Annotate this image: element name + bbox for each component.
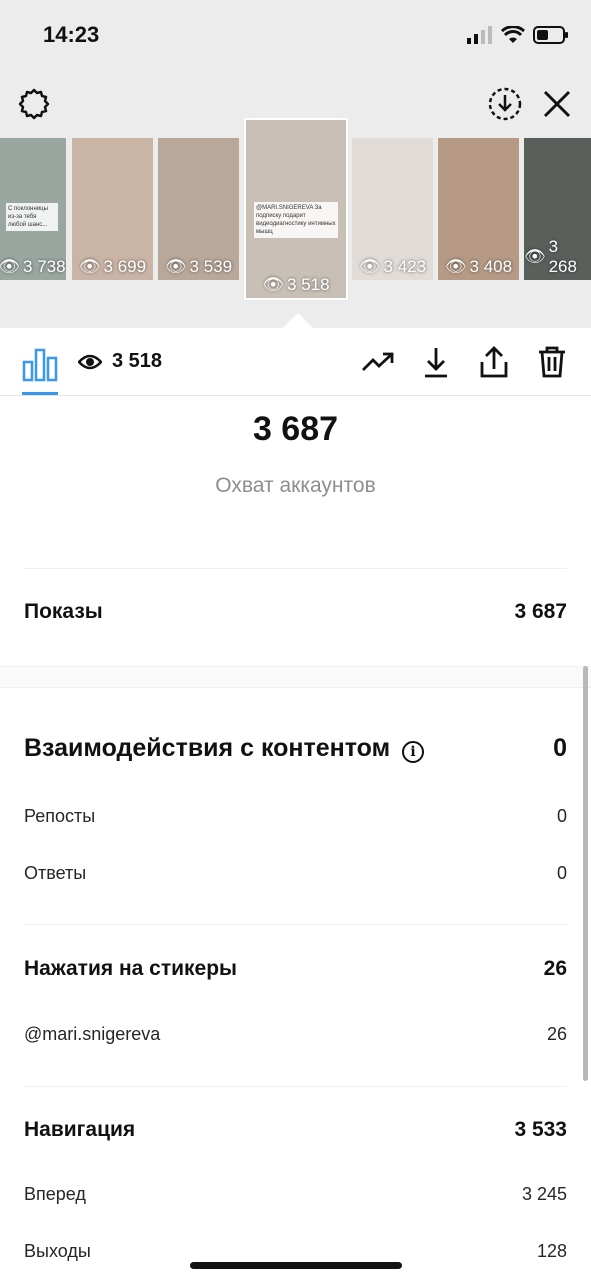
status-icons: [467, 24, 569, 46]
sticker-taps-value: 26: [543, 957, 567, 980]
replies-label: Ответы: [24, 863, 87, 883]
sticker-mention-value: 26: [546, 1024, 567, 1044]
impressions-row: Показы 3 687: [24, 600, 567, 624]
eye-icon: 👁: [524, 247, 546, 266]
story-thumbnail[interactable]: 👁 3 539: [158, 138, 239, 280]
exits-value: 128: [536, 1241, 567, 1261]
eye-icon: [78, 354, 102, 369]
battery-icon: [533, 26, 568, 44]
forward-label: Вперед: [24, 1184, 86, 1204]
active-tab-indicator: [22, 392, 58, 395]
eye-icon: 👁: [78, 257, 101, 276]
thumbnail-views: 3 268: [548, 237, 577, 276]
eye-icon: 👁: [358, 257, 381, 276]
trending-icon[interactable]: [361, 344, 395, 380]
interactions-value: 0: [553, 734, 567, 762]
story-thumbnails: С поклонницы из-за тебя любой шанс... 👁 3…: [0, 118, 591, 308]
eye-icon: 👁: [262, 275, 285, 294]
story-thumbnail[interactable]: С поклонницы из-за тебя любой шанс... 👁 3…: [0, 138, 66, 280]
replies-value: 0: [556, 863, 567, 883]
thumbnail-views: 3 518: [287, 275, 330, 294]
eye-icon: 👁: [444, 257, 467, 276]
thumbnail-views: 3 699: [103, 257, 147, 276]
navigation-row: Навигация 3 533: [24, 1118, 567, 1142]
story-thumbnail-selected[interactable]: @MARI.SNIGEREVA За подписку подарит виде…: [244, 118, 348, 300]
impressions-value: 3 687: [514, 600, 567, 623]
eye-icon: 👁: [164, 257, 187, 276]
story-thumbnail[interactable]: 👁 3 268: [524, 138, 591, 280]
divider: [24, 1086, 567, 1087]
thumbnail-caption: @MARI.SNIGEREVA За подписку подарит виде…: [254, 201, 338, 238]
thumbnail-views: 3 539: [189, 257, 233, 276]
reach-label: Охват аккаунтов: [215, 474, 376, 497]
insights-toolbar: 3 518: [0, 328, 591, 396]
divider: [24, 924, 567, 925]
impressions-label: Показы: [24, 600, 103, 623]
info-icon[interactable]: i: [402, 741, 425, 763]
navigation-label: Навигация: [24, 1118, 136, 1141]
reposts-value: 0: [556, 806, 567, 826]
story-thumbnail[interactable]: 👁 3 699: [72, 138, 153, 280]
sticker-mention-row: @mari.snigereva 26: [24, 1024, 567, 1045]
exits-row: Выходы 128: [24, 1241, 567, 1262]
thumbnail-views: 3 738: [23, 257, 66, 276]
share-icon[interactable]: [477, 344, 511, 380]
story-thumbnail[interactable]: 👁 3 423: [352, 138, 433, 280]
download-icon[interactable]: [419, 344, 453, 380]
wifi-icon: [501, 26, 525, 43]
divider: [24, 568, 567, 569]
reposts-label: Репосты: [24, 806, 96, 826]
story-strip-header: 14:23 С поклонницы из-за тебя любой шанс…: [0, 0, 591, 328]
toolbar-views-count: 3 518: [112, 350, 163, 372]
exits-label: Выходы: [24, 1241, 91, 1261]
status-time: 14:23: [43, 22, 100, 47]
signal-icon: [467, 26, 492, 44]
thumbnail-caption: С поклонницы из-за тебя любой шанс...: [6, 203, 58, 232]
forward-row: Вперед 3 245: [24, 1184, 567, 1205]
section-separator: [0, 666, 591, 688]
trash-icon[interactable]: [535, 344, 569, 380]
sticker-taps-label: Нажатия на стикеры: [24, 957, 237, 980]
navigation-value: 3 533: [514, 1118, 567, 1141]
insights-bar-chart-icon[interactable]: [22, 346, 58, 382]
thumbnail-views: 3 408: [469, 257, 513, 276]
story-thumbnail[interactable]: 👁 3 408: [438, 138, 519, 280]
forward-value: 3 245: [521, 1184, 567, 1204]
eye-icon: 👁: [0, 257, 21, 276]
thumbnail-views: 3 423: [383, 257, 427, 276]
home-indicator: [190, 1262, 402, 1269]
selected-pointer: [283, 313, 313, 328]
reposts-row: Репосты 0: [24, 806, 567, 827]
reach-value: 3 687: [252, 410, 339, 448]
sticker-taps-row: Нажатия на стикеры 26: [24, 957, 567, 981]
interactions-row: Взаимодействия с контентом i 0: [24, 734, 567, 763]
sticker-mention-label[interactable]: @mari.snigereva: [24, 1024, 160, 1045]
replies-row: Ответы 0: [24, 863, 567, 884]
scrollbar[interactable]: [583, 666, 588, 1081]
interactions-label: Взаимодействия с контентом: [24, 734, 391, 762]
